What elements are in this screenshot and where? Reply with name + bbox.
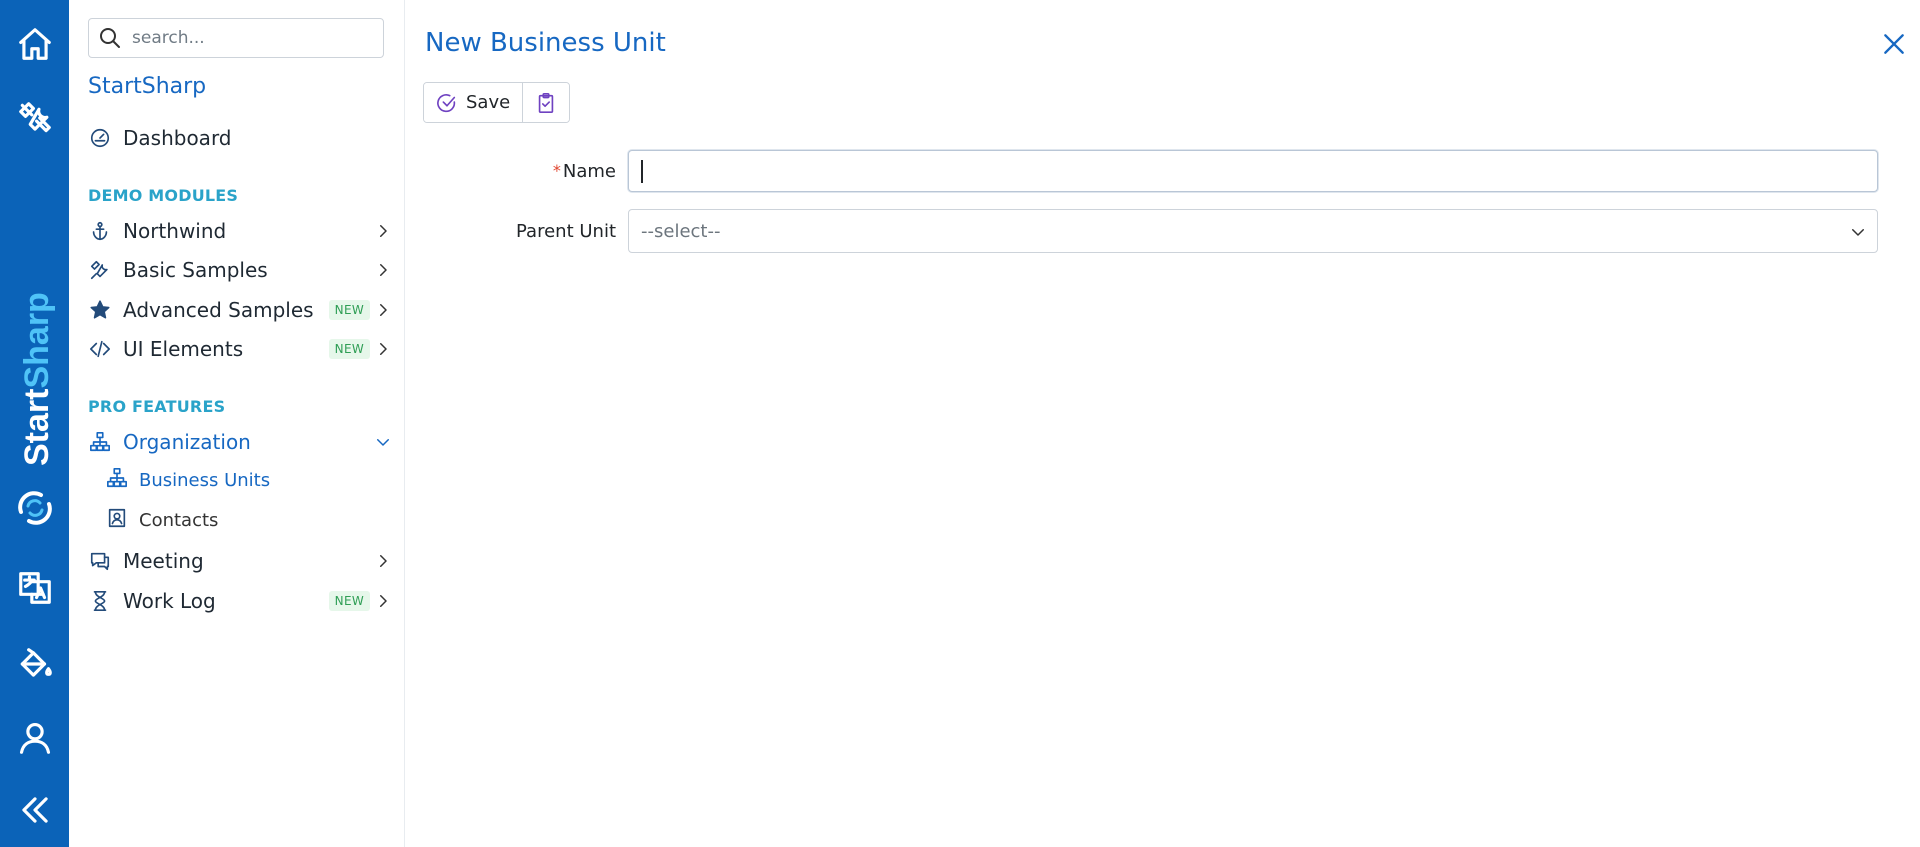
sidebar-item-label: Dashboard bbox=[123, 126, 232, 150]
startsharp-logo: StartSharp bbox=[18, 292, 56, 525]
sidebar-item-work-log[interactable]: Work Log NEW bbox=[88, 584, 398, 618]
sidebar-item-label: Work Log bbox=[123, 589, 216, 613]
org-chart-icon bbox=[88, 430, 112, 454]
chat-icon bbox=[88, 549, 112, 573]
new-badge: NEW bbox=[328, 591, 370, 611]
star-icon bbox=[88, 298, 112, 322]
name-row: * Name bbox=[406, 150, 1920, 192]
sidebar-item-label: Advanced Samples bbox=[123, 298, 314, 322]
sidebar-subitem-business-units[interactable]: Business Units bbox=[106, 465, 386, 495]
save-button[interactable]: Save bbox=[424, 83, 523, 122]
svg-text:StartSharp: StartSharp bbox=[18, 292, 56, 466]
main-content: New Business Unit Save * Name Parent Unit… bbox=[406, 0, 1920, 847]
clipboard-check-icon bbox=[538, 92, 554, 113]
collapse-icon[interactable] bbox=[0, 780, 69, 840]
sidebar-item-meeting[interactable]: Meeting bbox=[88, 544, 398, 578]
chevron-right-icon bbox=[374, 340, 392, 358]
required-indicator: * bbox=[552, 160, 561, 180]
sidebar-item-label: Organization bbox=[123, 430, 251, 454]
search-box[interactable] bbox=[88, 18, 384, 58]
section-title-demo-modules: DEMO MODULES bbox=[88, 186, 239, 205]
new-badge: NEW bbox=[328, 339, 370, 359]
check-circle-icon bbox=[437, 93, 456, 112]
sidebar-item-advanced-samples[interactable]: Advanced Samples NEW bbox=[88, 293, 398, 327]
hourglass-icon bbox=[88, 589, 112, 613]
home-icon[interactable] bbox=[0, 14, 69, 74]
sidebar-item-ui-elements[interactable]: UI Elements NEW bbox=[88, 332, 398, 366]
new-badge: NEW bbox=[328, 300, 370, 320]
sidebar-item-northwind[interactable]: Northwind bbox=[88, 214, 398, 248]
search-icon bbox=[100, 28, 120, 48]
section-title-pro-features: PRO FEATURES bbox=[88, 397, 226, 416]
close-button[interactable] bbox=[1878, 28, 1910, 60]
sidebar-item-label: Basic Samples bbox=[123, 258, 268, 282]
search-input[interactable] bbox=[132, 28, 372, 48]
page-title: New Business Unit bbox=[425, 28, 666, 58]
tools-icon[interactable] bbox=[0, 88, 69, 148]
sidebar-item-dashboard[interactable]: Dashboard bbox=[88, 121, 398, 155]
sidebar-item-label: Meeting bbox=[123, 549, 204, 573]
user-icon[interactable] bbox=[0, 708, 69, 768]
app-name[interactable]: StartSharp bbox=[88, 74, 206, 99]
code-icon bbox=[88, 337, 112, 361]
gauge-icon bbox=[88, 126, 112, 150]
chevron-right-icon bbox=[374, 301, 392, 319]
chevron-down-icon bbox=[374, 433, 392, 451]
sidebar-subitem-label: Business Units bbox=[139, 469, 271, 491]
sidebar-item-basic-samples[interactable]: Basic Samples bbox=[88, 253, 398, 287]
parent-unit-value: --select-- bbox=[641, 220, 721, 242]
sidebar-item-label: Northwind bbox=[123, 219, 227, 243]
chevron-right-icon bbox=[374, 552, 392, 570]
tools-icon bbox=[88, 258, 112, 282]
translate-icon[interactable] bbox=[0, 558, 69, 618]
paint-bucket-icon[interactable] bbox=[0, 634, 69, 694]
sidebar-item-organization[interactable]: Organization bbox=[88, 425, 398, 459]
sidebar-subitem-contacts[interactable]: Contacts bbox=[106, 505, 386, 535]
sidebar-subitem-label: Contacts bbox=[139, 509, 219, 531]
chevron-right-icon bbox=[374, 222, 392, 240]
chevron-right-icon bbox=[374, 592, 392, 610]
toolbar: Save bbox=[423, 82, 571, 123]
apply-changes-button[interactable] bbox=[522, 83, 570, 122]
text-caret bbox=[641, 160, 643, 183]
anchor-icon bbox=[88, 219, 112, 243]
org-chart-icon bbox=[106, 467, 128, 493]
name-input[interactable] bbox=[628, 150, 1878, 192]
save-button-label: Save bbox=[466, 92, 511, 113]
chevron-down-icon bbox=[1849, 223, 1867, 241]
close-icon bbox=[1884, 34, 1904, 54]
parent-unit-select[interactable]: --select-- bbox=[628, 209, 1878, 253]
name-label: * Name bbox=[552, 160, 616, 182]
parent-unit-row: Parent Unit --select-- bbox=[406, 209, 1920, 253]
icon-rail: StartSharp bbox=[0, 0, 69, 847]
chevron-right-icon bbox=[374, 261, 392, 279]
sidebar: StartSharp Dashboard DEMO MODULES Northw… bbox=[69, 0, 405, 847]
parent-unit-label: Parent Unit bbox=[516, 220, 616, 242]
sidebar-item-label: UI Elements bbox=[123, 337, 244, 361]
contact-card-icon bbox=[106, 507, 128, 533]
